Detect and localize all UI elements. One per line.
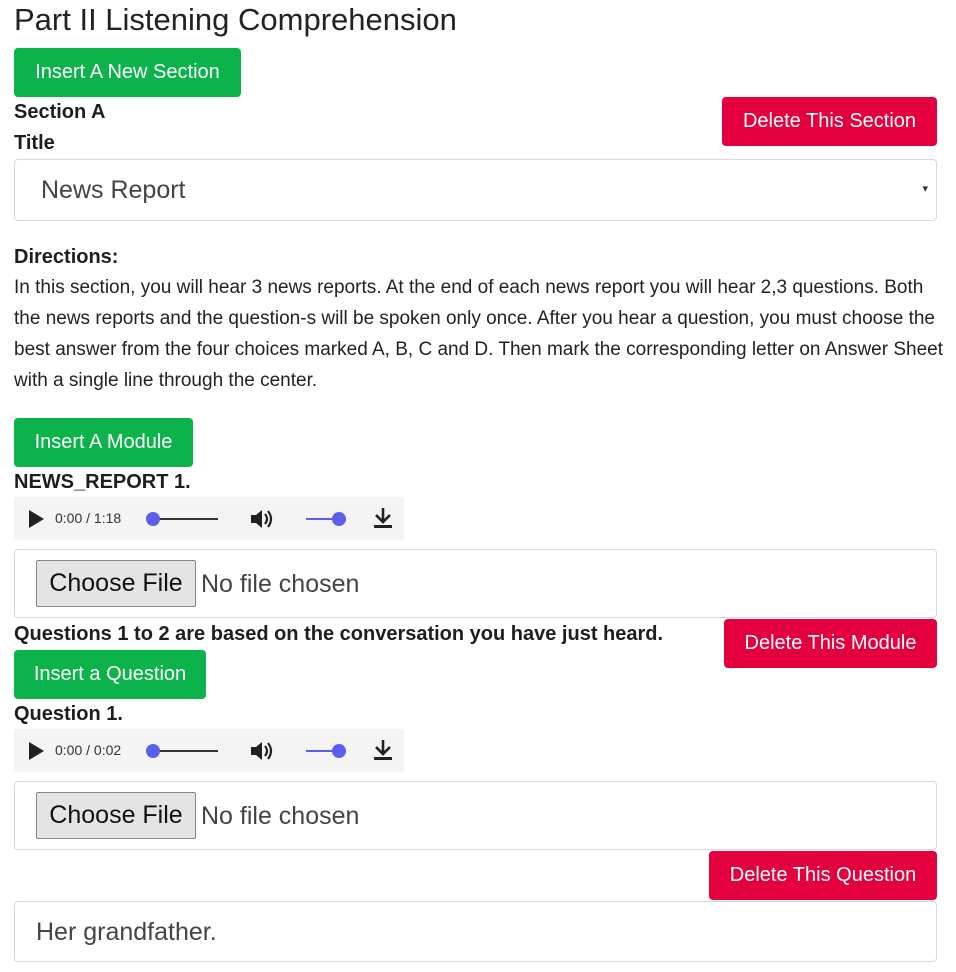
directions-label: Directions:	[14, 246, 119, 268]
choose-file-button[interactable]: Choose File	[36, 792, 196, 839]
delete-question-button[interactable]: Delete This Question	[709, 851, 937, 900]
insert-question-button[interactable]: Insert a Question	[14, 650, 206, 699]
download-icon[interactable]	[373, 739, 393, 761]
audio-time: 0:00 / 1:18	[55, 510, 122, 526]
directions-text: In this section, you will hear 3 news re…	[14, 277, 944, 391]
seek-knob[interactable]	[146, 744, 160, 758]
question-file-input[interactable]: Choose File No file chosen	[14, 781, 937, 850]
audio-time: 0:00 / 0:02	[55, 742, 122, 758]
question-audio-player[interactable]: 0:00 / 0:02	[14, 729, 404, 772]
insert-module-button[interactable]: Insert A Module	[14, 418, 193, 467]
volume-icon[interactable]	[250, 508, 274, 530]
volume-knob[interactable]	[332, 744, 346, 758]
section-name: Section A	[14, 101, 106, 123]
download-icon[interactable]	[373, 507, 393, 529]
title-select[interactable]: News Report ▾	[14, 159, 937, 221]
volume-icon[interactable]	[250, 740, 274, 762]
volume-knob[interactable]	[332, 512, 346, 526]
delete-section-button[interactable]: Delete This Section	[722, 97, 937, 146]
page-title: Part II Listening Comprehension	[14, 2, 457, 37]
answer-value: Her grandfather.	[36, 918, 217, 946]
file-status: No file chosen	[201, 570, 360, 598]
answer-input[interactable]: Her grandfather.	[14, 901, 937, 962]
play-icon[interactable]	[29, 742, 44, 760]
insert-section-button[interactable]: Insert A New Section	[14, 48, 241, 97]
question-name: Question 1.	[14, 703, 123, 725]
delete-module-button[interactable]: Delete This Module	[724, 619, 937, 668]
module-file-input[interactable]: Choose File No file chosen	[14, 549, 937, 618]
seek-track[interactable]	[154, 750, 218, 752]
module-audio-player[interactable]: 0:00 / 1:18	[14, 497, 404, 540]
choose-file-button[interactable]: Choose File	[36, 560, 196, 607]
file-status: No file chosen	[201, 802, 360, 830]
seek-knob[interactable]	[146, 512, 160, 526]
module-name: NEWS_REPORT 1.	[14, 471, 191, 493]
title-label: Title	[14, 132, 55, 154]
title-select-value: News Report	[41, 176, 186, 204]
play-icon[interactable]	[29, 510, 44, 528]
chevron-down-icon: ▾	[922, 183, 928, 195]
seek-track[interactable]	[154, 518, 218, 520]
questions-note: Questions 1 to 2 are based on the conver…	[14, 623, 664, 645]
